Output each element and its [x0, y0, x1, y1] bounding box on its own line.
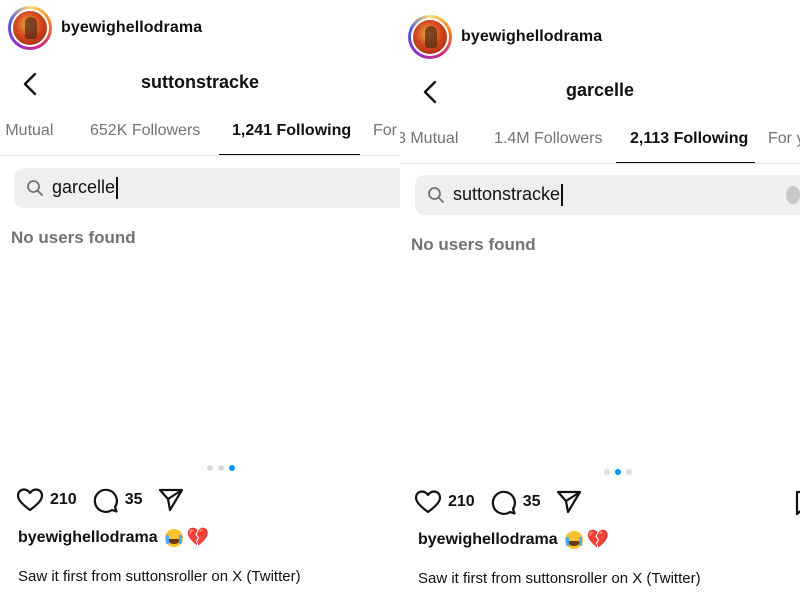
carousel-dots — [604, 469, 632, 475]
search-bar[interactable]: suttonstracke — [415, 175, 800, 215]
carousel-dot — [626, 469, 632, 475]
tab-followers[interactable]: 652K Followers — [90, 122, 200, 140]
tab-for-you[interactable]: For — [373, 122, 397, 140]
heart-icon[interactable] — [16, 486, 44, 514]
comment-count[interactable]: 35 — [125, 491, 143, 509]
carousel-dot — [604, 469, 610, 475]
left-screenshot-panel: byewighellodrama suttonstracke 3 Mutual … — [0, 0, 400, 592]
caption-username[interactable]: byewighellodrama — [418, 531, 558, 549]
follow-tabs: 3 Mutual 1.4M Followers 2,113 Following … — [400, 130, 800, 172]
like-action: 210 — [414, 488, 475, 516]
avatar[interactable] — [408, 15, 452, 59]
bookmark-icon[interactable] — [794, 490, 800, 516]
share-icon[interactable] — [555, 488, 583, 516]
comment-icon[interactable] — [489, 488, 517, 516]
no-users-message: No users found — [411, 235, 536, 254]
avatar[interactable] — [8, 6, 52, 50]
loudly-crying-face-icon — [564, 530, 583, 549]
tab-following[interactable]: 1,241 Following — [232, 122, 351, 140]
carousel-dot-active — [615, 469, 621, 475]
tabs-divider — [400, 163, 800, 164]
tab-for-you[interactable]: For y — [768, 130, 800, 148]
text-caret — [116, 177, 118, 200]
broken-heart-icon: 💔 — [586, 529, 610, 550]
loudly-crying-face-icon — [164, 528, 183, 547]
tab-mutual[interactable]: 3 Mutual — [400, 130, 458, 148]
post-actions: 210 35 — [414, 488, 597, 516]
profile-title: suttonstracke — [140, 72, 260, 92]
carousel-dot — [207, 465, 213, 471]
broken-heart-icon: 💔 — [186, 527, 210, 548]
caption-text: Saw it first from suttonsroller on X (Tw… — [18, 568, 301, 585]
search-icon — [27, 180, 43, 196]
comment-count[interactable]: 35 — [523, 493, 541, 511]
profile-title: garcelle — [565, 80, 635, 100]
caption-header: byewighellodrama 💔 — [418, 529, 609, 550]
like-count[interactable]: 210 — [448, 493, 475, 511]
share-action — [157, 486, 185, 514]
follow-tabs: 3 Mutual 652K Followers 1,241 Following … — [0, 122, 400, 164]
carousel-dots — [207, 465, 235, 471]
no-users-message: No users found — [11, 228, 136, 247]
search-bar[interactable]: garcelle — [14, 168, 400, 208]
post-actions: 210 35 — [16, 486, 199, 514]
comment-action: 35 — [489, 488, 541, 516]
search-icon — [428, 187, 444, 203]
search-input[interactable]: suttonstracke — [453, 184, 563, 207]
search-input[interactable]: garcelle — [52, 177, 118, 200]
profile-header: garcelle — [400, 72, 800, 112]
caption-emoji: 💔 — [564, 529, 610, 550]
caption-text: Saw it first from suttonsroller on X (Tw… — [418, 570, 701, 587]
tab-following[interactable]: 2,113 Following — [630, 130, 748, 148]
clear-search-icon[interactable] — [786, 186, 800, 204]
share-action — [555, 488, 583, 516]
post-author[interactable]: byewighellodrama — [408, 15, 800, 59]
like-count[interactable]: 210 — [50, 491, 77, 509]
right-screenshot-panel: byewighellodrama garcelle 3 Mutual 1.4M … — [400, 0, 800, 592]
tab-mutual[interactable]: 3 Mutual — [0, 122, 53, 140]
post-author[interactable]: byewighellodrama — [8, 6, 400, 50]
carousel-dot-active — [229, 465, 235, 471]
caption-header: byewighellodrama 💔 — [18, 527, 209, 548]
profile-header: suttonstracke — [0, 64, 400, 104]
comment-action: 35 — [91, 486, 143, 514]
tab-followers[interactable]: 1.4M Followers — [494, 130, 602, 148]
author-username[interactable]: byewighellodrama — [461, 28, 602, 46]
comment-icon[interactable] — [91, 486, 119, 514]
like-action: 210 — [16, 486, 77, 514]
avatar-image — [411, 18, 449, 56]
tabs-divider — [0, 155, 400, 156]
caption-username[interactable]: byewighellodrama — [18, 529, 158, 547]
caption-emoji: 💔 — [164, 527, 210, 548]
author-username[interactable]: byewighellodrama — [61, 19, 202, 37]
heart-icon[interactable] — [414, 488, 442, 516]
text-caret — [561, 184, 563, 207]
carousel-dot — [218, 465, 224, 471]
share-icon[interactable] — [157, 486, 185, 514]
avatar-image — [11, 9, 49, 47]
